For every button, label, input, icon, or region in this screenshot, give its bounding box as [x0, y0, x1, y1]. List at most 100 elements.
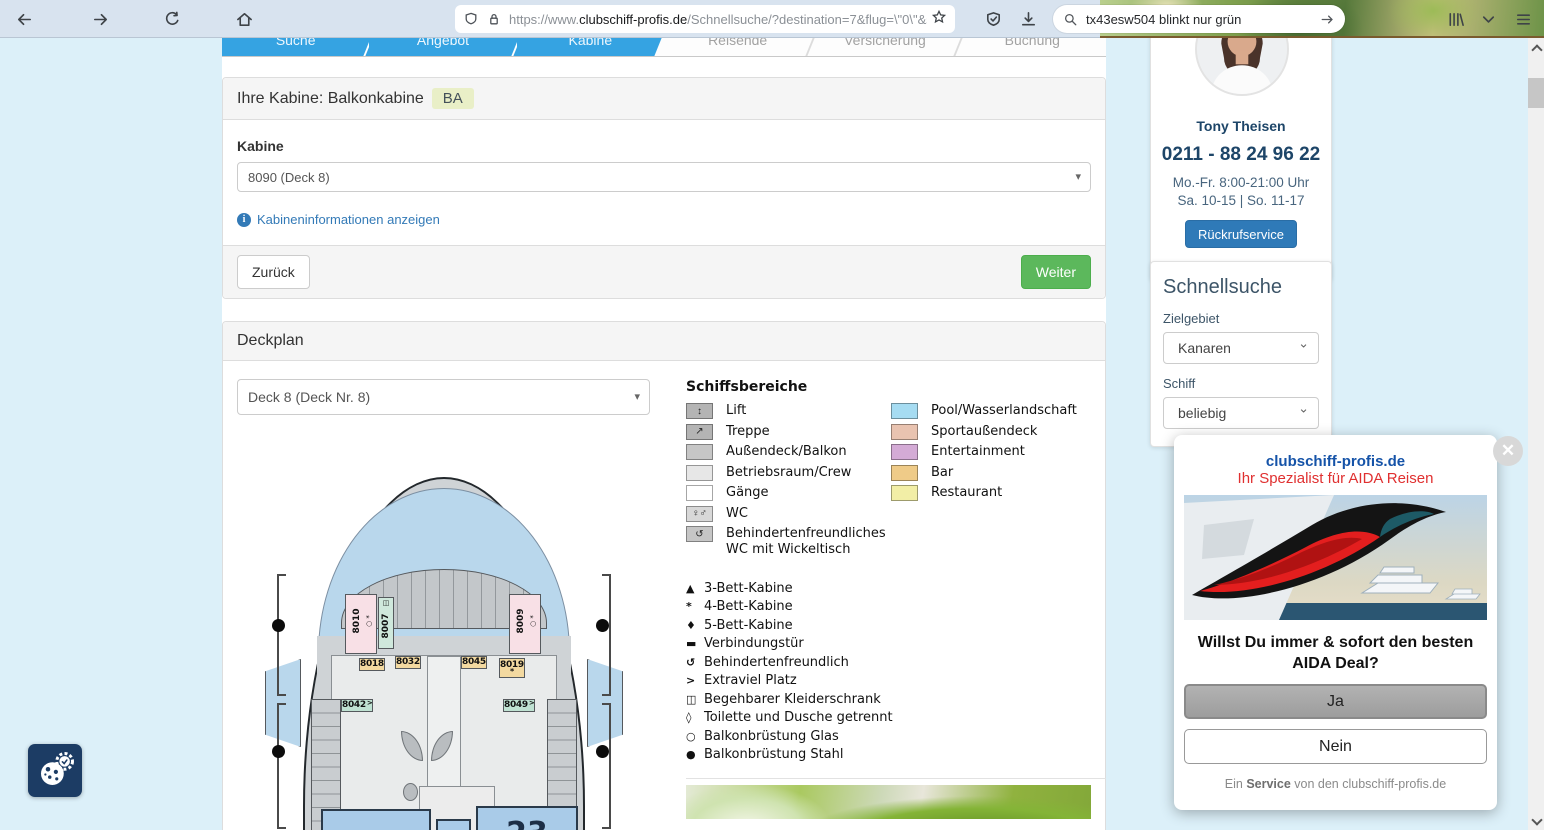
cabin-panel-title: Ihre Kabine: Balkonkabine [237, 90, 424, 107]
shield-check-icon [984, 10, 1003, 29]
stern-pool-area [321, 809, 431, 830]
destination-select[interactable]: Kanaren [1163, 332, 1319, 364]
downloads-button[interactable] [1016, 7, 1040, 31]
library-button[interactable] [1443, 7, 1467, 31]
legend-symbol-item: ◊ Toilette und Dusche getrennt [686, 710, 1106, 725]
legend-item: ↕ Lift [686, 403, 891, 419]
cabin[interactable]: 8042> [341, 699, 373, 712]
bow-cabin[interactable]: ◫8007 [378, 597, 394, 649]
tracking-shield-icon[interactable] [463, 11, 479, 27]
scrollbar-thumb[interactable] [1528, 78, 1544, 108]
legend-symbols: ▲ 3-Bett-Kabine * 4-Bett-Kabine ♦ [686, 581, 1106, 763]
cabin-8009[interactable]: 8009 ○ * [509, 594, 541, 654]
popup-yes-button[interactable]: Ja [1184, 684, 1487, 719]
legend-swatch [686, 485, 713, 501]
callback-button[interactable]: Rückrufservice [1185, 220, 1297, 248]
search-bar[interactable]: tx43esw504 blinkt nur grün [1053, 5, 1345, 33]
popup-no-button[interactable]: Nein [1184, 729, 1487, 764]
download-icon [1019, 10, 1038, 29]
menu-button[interactable] [1511, 7, 1535, 31]
booking-step-tab[interactable]: Kabine [517, 38, 664, 56]
legend-symbol-glyph: ◊ [686, 711, 704, 724]
agent-hours: Mo.-Fr. 8:00-21:00 Uhr Sa. 10-15 | So. 1… [1151, 174, 1331, 210]
overflow-chevron-button[interactable] [1476, 7, 1500, 31]
scroll-down-arrow-icon[interactable] [1531, 816, 1541, 826]
cabin-panel-footer: Zurück Weiter [223, 245, 1105, 298]
booking-step-tab[interactable]: Angebot [369, 38, 516, 56]
main-content: Suche Angebot Kabine Reisende Versicheru… [222, 38, 1106, 830]
agent-avatar [1195, 38, 1289, 96]
cabin[interactable]: 8032 [395, 656, 421, 669]
cabin-category-badge: BA [432, 88, 474, 109]
cabin[interactable]: 8018 [359, 658, 385, 671]
cookie-icon [34, 750, 76, 792]
chevron-down-icon [1479, 10, 1498, 29]
legend-symbol-item: > Extraviel Platz [686, 673, 1106, 688]
cabin-select[interactable]: 8090 (Deck 8) [237, 162, 1091, 192]
legend-item: Sportaußendeck [891, 424, 1106, 440]
legend-item: Pool/Wasserlandschaft [891, 403, 1106, 419]
legend-symbol-glyph: ◫ [686, 693, 704, 706]
lock-icon[interactable] [486, 11, 502, 27]
booking-steps: Suche Angebot Kabine Reisende Versicheru… [222, 38, 1106, 57]
contact-card: Tony Theisen 0211 - 88 24 96 22 Mo.-Fr. … [1150, 38, 1332, 281]
cookie-settings-button[interactable] [28, 744, 82, 797]
cabin[interactable]: 8049> [503, 699, 535, 712]
popup-tagline: Ihr Spezialist für AIDA Reisen [1184, 470, 1487, 487]
deck-select[interactable]: Deck 8 (Deck Nr. 8) [237, 379, 650, 415]
popup-brand: clubschiff-profis.de [1184, 453, 1487, 470]
quicksearch-card: Schnellsuche Zielgebiet Kanaren Schiff b… [1150, 261, 1332, 447]
reload-button[interactable] [160, 7, 184, 31]
booking-step-tab[interactable]: Versicherung [811, 38, 958, 56]
popup-close-button[interactable] [1493, 436, 1523, 466]
url-text[interactable]: https://www.clubschiff-profis.de/Schnell… [509, 12, 927, 27]
booking-step-tab[interactable]: Suche [222, 38, 369, 56]
search-icon [1063, 12, 1078, 27]
search-go-arrow-icon[interactable] [1320, 12, 1335, 27]
legend-symbol-glyph: ▲ [686, 582, 704, 595]
legend-item: Restaurant [891, 485, 1106, 501]
legend-symbol-glyph: ↺ [686, 656, 704, 669]
legend-swatch [891, 444, 918, 460]
bookmark-star-button[interactable] [931, 9, 947, 30]
promo-photo [686, 785, 1091, 819]
legend-swatch [891, 485, 918, 501]
steel-railing-dot [272, 619, 285, 632]
starboard-balcony-bracket [602, 703, 611, 829]
ship-select[interactable]: beliebig [1163, 397, 1319, 429]
scroll-up-arrow-icon[interactable] [1531, 44, 1541, 54]
back-button[interactable] [12, 7, 36, 31]
steel-railing-dot [596, 745, 609, 758]
cabin-panel-header: Ihre Kabine: Balkonkabine BA [223, 78, 1105, 120]
legend-swatch [891, 424, 918, 440]
star-icon [931, 9, 947, 25]
protections-button[interactable] [981, 7, 1005, 31]
forward-button[interactable] [88, 7, 112, 31]
deckplan-panel: Deckplan Deck 8 (Deck Nr. 8) [222, 321, 1106, 830]
legend-symbol-item: ○ Balkonbrüstung Glas [686, 729, 1106, 744]
legend-symbol-item: ▲ 3-Bett-Kabine [686, 581, 1106, 596]
back-step-button[interactable]: Zurück [237, 255, 310, 289]
cabin[interactable]: 8019* [499, 658, 525, 678]
popup-question: Willst Du immer & sofort den besten AIDA… [1184, 632, 1487, 674]
booking-step-tab[interactable]: Reisende [664, 38, 811, 56]
legend-areas: ↕ Lift ↗ Treppe [686, 403, 891, 563]
page-scrollbar[interactable] [1528, 38, 1544, 830]
cabin-8010[interactable]: 8010 ○ * [345, 594, 377, 654]
legend-symbol-glyph: * [686, 600, 704, 613]
booking-step-tab[interactable]: Buchung [959, 38, 1106, 56]
legend-swatch: ↺ [686, 526, 713, 542]
next-step-button[interactable]: Weiter [1021, 255, 1091, 289]
cabin-info-link[interactable]: Kabineninformationen anzeigen [237, 212, 440, 227]
cabin-panel: Ihre Kabine: BalkonkabineBA Kabine 8090 … [222, 77, 1106, 299]
legend-swatch [686, 444, 713, 460]
home-button[interactable] [232, 7, 256, 31]
legend-item: Gänge [686, 485, 891, 501]
popup-footer: Ein Service von den clubschiff-profis.de [1184, 777, 1487, 791]
cabin[interactable]: 8045 [461, 656, 487, 669]
url-bar[interactable]: https://www.clubschiff-profis.de/Schnell… [455, 5, 955, 33]
legend-symbol-item: * 4-Bett-Kabine [686, 599, 1106, 614]
search-input[interactable]: tx43esw504 blinkt nur grün [1086, 12, 1320, 27]
legend-swatch [891, 403, 918, 419]
legend-item: Betriebsraum/Crew [686, 465, 891, 481]
